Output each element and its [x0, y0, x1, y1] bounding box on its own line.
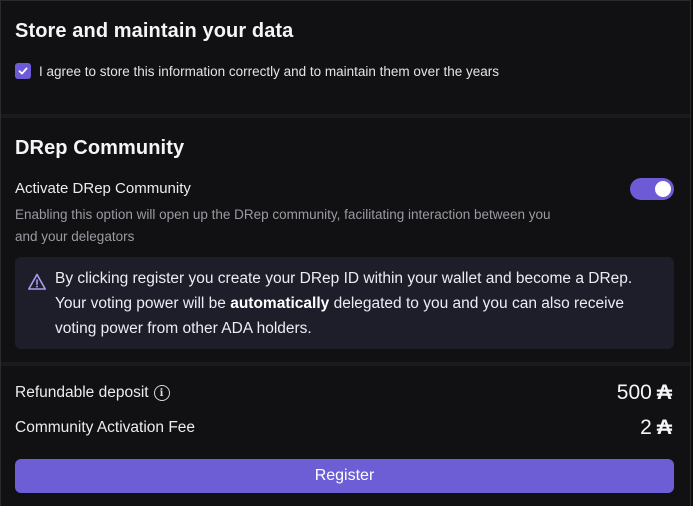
activate-community-description: Enabling this option will open up the DR… [15, 207, 551, 244]
notice-text: By clicking register you create your DRe… [55, 266, 656, 341]
ada-icon: ₳ [656, 416, 672, 439]
activation-fee-value: 2 [640, 416, 652, 439]
refundable-deposit-row: Refundable deposit i 500 ₳ [15, 381, 672, 405]
check-icon [18, 67, 28, 75]
activate-community-toggle[interactable] [630, 178, 674, 200]
agree-label: I agree to store this information correc… [39, 63, 499, 79]
store-data-section: Store and maintain your data I agree to … [1, 0, 690, 115]
agree-row[interactable]: I agree to store this information correc… [15, 63, 499, 79]
drep-community-title: DRep Community [15, 137, 185, 159]
activation-fee-row: Community Activation Fee 2 ₳ [15, 416, 672, 440]
refundable-deposit-label-wrap: Refundable deposit i [15, 384, 170, 402]
warning-triangle-icon [28, 273, 46, 290]
refundable-deposit-label: Refundable deposit [15, 384, 149, 401]
activate-community-label: Activate DRep Community [15, 180, 191, 197]
notice-text-bold: automatically [230, 295, 330, 312]
fees-section: Refundable deposit i 500 ₳ Community Act… [1, 366, 690, 506]
toggle-knob [655, 181, 671, 197]
refundable-deposit-value-wrap: 500 ₳ [617, 381, 672, 405]
drep-community-section: DRep Community Activate DRep Community E… [1, 118, 690, 362]
register-button[interactable]: Register [15, 459, 674, 493]
registration-panel: Store and maintain your data I agree to … [0, 0, 691, 506]
store-data-title: Store and maintain your data [15, 20, 294, 42]
ada-icon: ₳ [656, 381, 672, 404]
refundable-deposit-value: 500 [616, 381, 652, 404]
activation-fee-label: Community Activation Fee [15, 419, 196, 436]
agree-checkbox[interactable] [15, 63, 31, 79]
register-notice: By clicking register you create your DRe… [15, 257, 674, 349]
info-circle-icon[interactable]: i [153, 385, 170, 401]
activation-fee-value-wrap: 2 ₳ [640, 416, 672, 440]
